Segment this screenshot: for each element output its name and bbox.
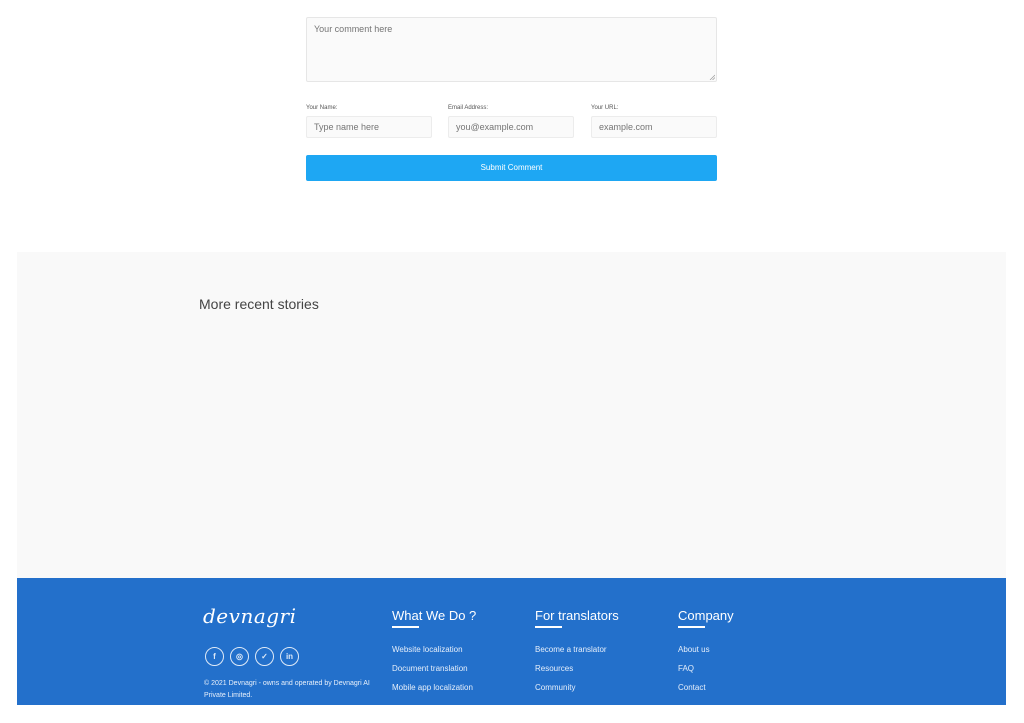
title-underline — [535, 626, 562, 628]
facebook-icon[interactable]: f — [205, 647, 224, 666]
footer-link-website-localization[interactable]: Website localization — [392, 645, 476, 664]
footer-column-title: Company — [678, 608, 734, 623]
footer-link-contact[interactable]: Contact — [678, 683, 734, 702]
title-underline — [392, 626, 419, 628]
footer-link-faq[interactable]: FAQ — [678, 664, 734, 683]
footer-column-title: For translators — [535, 608, 619, 623]
submit-comment-button[interactable]: Submit Comment — [306, 155, 717, 181]
url-input[interactable] — [591, 116, 717, 138]
email-input[interactable] — [448, 116, 574, 138]
email-label: Email Address: — [448, 105, 489, 111]
title-underline — [678, 626, 705, 628]
footer-column-title: What We Do ? — [392, 608, 477, 623]
footer-link-become-a-translator[interactable]: Become a translator — [535, 645, 619, 664]
footer-column-company: Company About us FAQ Contact — [678, 608, 734, 702]
recent-stories-section: More recent stories — [17, 252, 1006, 578]
devnagri-logo[interactable]: devnagri — [203, 604, 297, 628]
footer: devnagri f ◎ ✓ in © 2021 Devnagri - owns… — [17, 578, 1006, 705]
footer-link-document-translation[interactable]: Document translation — [392, 664, 476, 683]
url-label: Your URL: — [591, 105, 619, 111]
footer-column-for-translators: For translators Become a translator Reso… — [535, 608, 619, 702]
footer-link-community[interactable]: Community — [535, 683, 619, 702]
copyright-text: © 2021 Devnagri - owns and operated by D… — [204, 680, 370, 699]
recent-stories-title: More recent stories — [199, 296, 319, 312]
page: Your Name: Email Address: Your URL: Subm… — [0, 0, 1024, 723]
instagram-icon[interactable]: ◎ — [230, 647, 249, 666]
footer-link-about-us[interactable]: About us — [678, 645, 734, 664]
footer-link-resources[interactable]: Resources — [535, 664, 619, 683]
name-label: Your Name: — [306, 105, 338, 111]
comment-textarea[interactable] — [306, 17, 717, 82]
name-input[interactable] — [306, 116, 432, 138]
twitter-icon[interactable]: ✓ — [255, 647, 274, 666]
resize-grip-icon[interactable] — [709, 74, 715, 80]
footer-link-mobile-app-localization[interactable]: Mobile app localization — [392, 683, 476, 702]
social-links: f ◎ ✓ in — [205, 647, 299, 666]
footer-column-what-we-do: What We Do ? Website localization Docume… — [392, 608, 476, 702]
linkedin-icon[interactable]: in — [280, 647, 299, 666]
